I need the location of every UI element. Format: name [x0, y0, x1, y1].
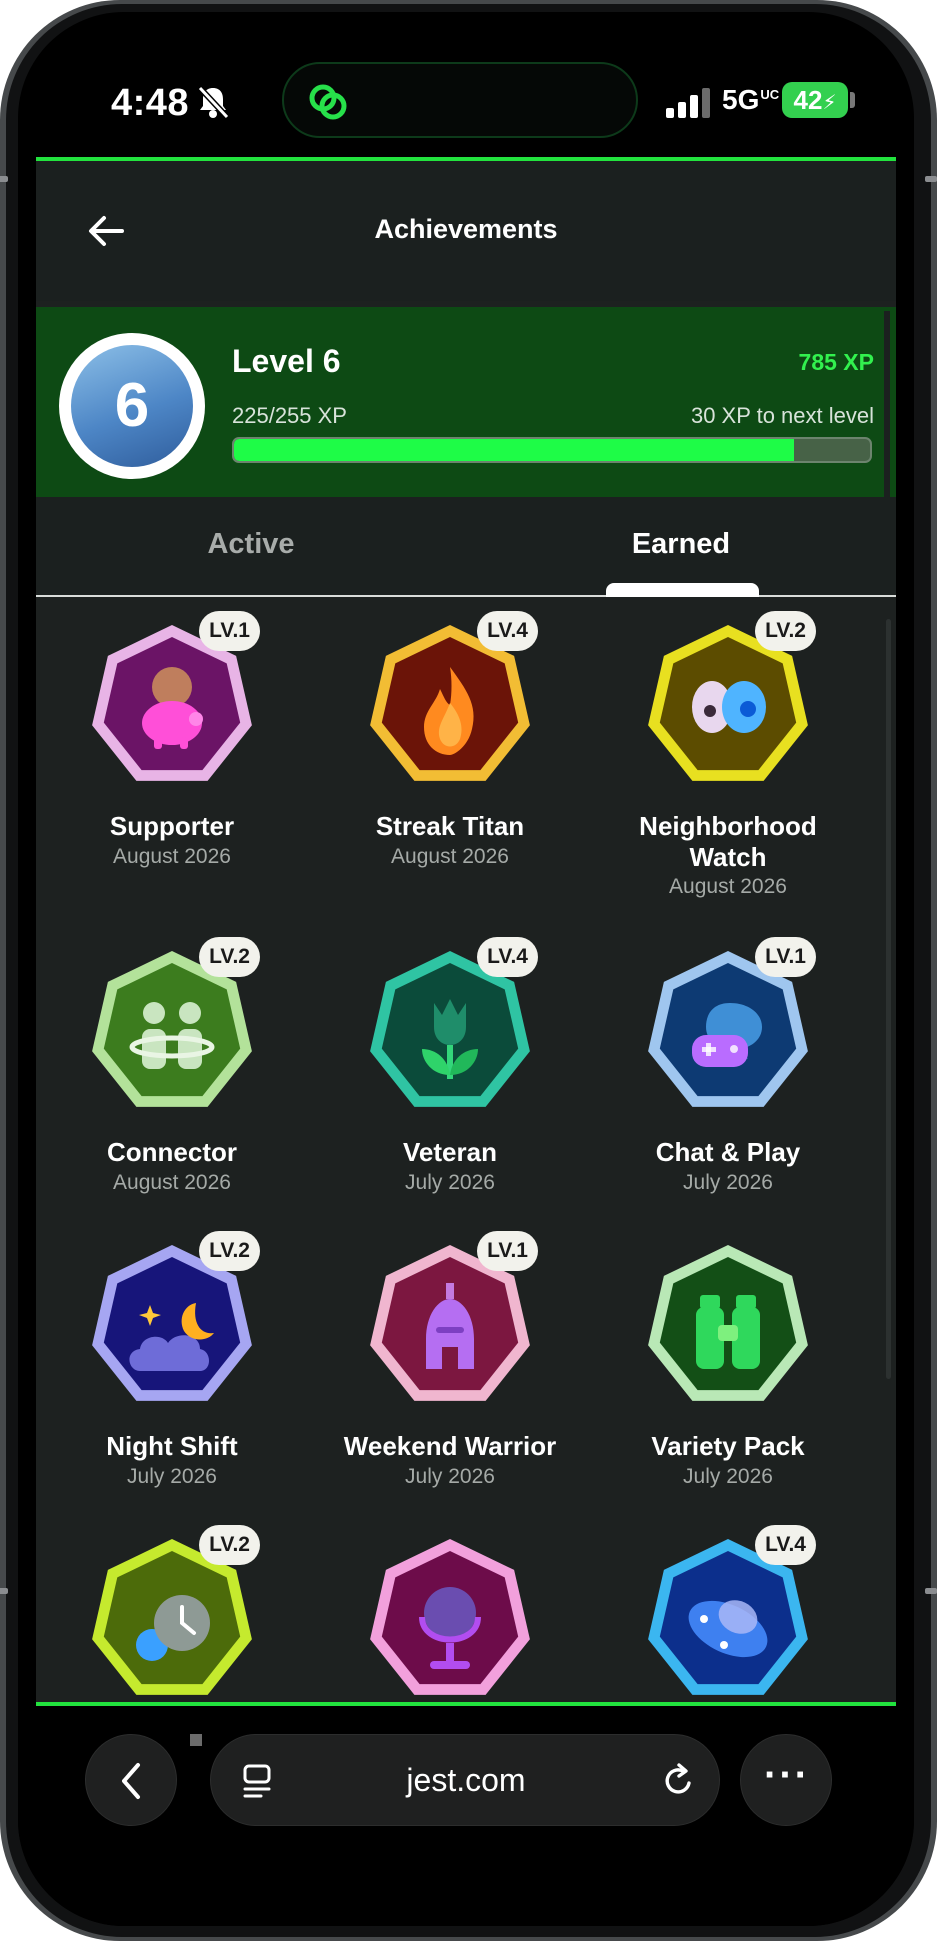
level-tag: LV.2: [199, 937, 260, 977]
level-tag: LV.2: [755, 611, 816, 651]
badge-card[interactable]: LV.2 Connector August 2026: [36, 937, 296, 1269]
xp-progress-bar: [232, 437, 872, 463]
badge-name: Veteran: [403, 1137, 497, 1167]
browser-toolbar: jest.com ···: [18, 1712, 914, 1926]
status-bar: 4:48 5GUC 42⚡: [18, 12, 914, 157]
badge-name: Weekend Warrior: [343, 1431, 557, 1461]
badge-name: Variety Pack: [651, 1431, 805, 1461]
more-options-button[interactable]: ···: [740, 1734, 832, 1826]
tab-earned[interactable]: Earned: [466, 497, 896, 595]
binoculars-icon: [648, 1245, 808, 1401]
side-button: [0, 176, 8, 182]
badge-card[interactable]: [314, 1537, 574, 1702]
level-tag: LV.2: [199, 1525, 260, 1565]
level-tag: LV.4: [755, 1525, 816, 1565]
badge-card[interactable]: LV.4 Streak Titan August 2026: [314, 611, 574, 943]
badge-date: August 2026: [669, 875, 787, 898]
page-title: Achievements: [374, 214, 558, 244]
network-sup: UC: [760, 86, 780, 102]
silent-bell-icon: [197, 85, 230, 120]
scrollbar[interactable]: [886, 619, 891, 1379]
level-number: 6: [71, 345, 193, 467]
level-tag: LV.4: [477, 611, 538, 651]
tab-indicator: [606, 583, 759, 597]
chevron-left-icon: [122, 1763, 140, 1799]
xp-progress-text: 225/255 XP: [232, 403, 347, 428]
network-type: 5GUC: [722, 84, 780, 115]
badge-card[interactable]: LV.1 Weekend Warrior July 2026: [314, 1231, 574, 1563]
badge-date: July 2026: [127, 1465, 217, 1488]
badge-name: Supporter: [109, 811, 235, 841]
level-title: Level 6: [232, 343, 341, 379]
badge-date: July 2026: [683, 1465, 773, 1488]
badge-date: August 2026: [113, 1171, 231, 1194]
badge-card[interactable]: LV.2: [36, 1525, 296, 1702]
url-bar[interactable]: jest.com: [210, 1734, 720, 1826]
badge-card[interactable]: Variety Pack July 2026: [592, 1243, 852, 1563]
badge-date: August 2026: [391, 845, 509, 868]
link-app-icon: [309, 84, 347, 120]
more-dots-icon: ···: [764, 1753, 810, 1797]
badge-grid: LV.1 Supporter August 2026 LV.4 Streak Titan…: [36, 599, 896, 1702]
level-tag: LV.1: [755, 937, 816, 977]
battery-tip: [850, 92, 855, 108]
side-button: [925, 1588, 937, 1594]
battery-icon: 42⚡: [782, 82, 848, 118]
level-card: 6 Level 6 785 XP 225/255 XP 30 XP to nex…: [36, 307, 896, 497]
signal-icon: [666, 88, 710, 118]
badge-name: Neighborhood Watch: [639, 811, 817, 872]
xp-to-next-level: 30 XP to next level: [690, 403, 874, 428]
level-tag: LV.1: [477, 1231, 538, 1271]
browser-back-button[interactable]: [85, 1734, 177, 1826]
phone-screen: 4:48 5GUC 42⚡ Achievements 6 Level 6 785…: [18, 12, 914, 1926]
badge-date: August 2026: [113, 845, 231, 868]
badge-card[interactable]: LV.2 Night Shift July 2026: [36, 1231, 296, 1563]
battery-level: 42: [793, 85, 823, 115]
badge-card[interactable]: LV.2 Neighborhood Watch August 2026: [592, 611, 852, 943]
badge-date: July 2026: [683, 1171, 773, 1194]
badge-card[interactable]: LV.1 Chat & Play July 2026: [592, 937, 852, 1269]
badge-name: Connector: [107, 1137, 237, 1167]
level-badge: 6: [59, 333, 205, 479]
badge-name: Chat & Play: [655, 1137, 801, 1167]
header: Achievements: [36, 161, 896, 301]
level-tag: LV.4: [477, 937, 538, 977]
dynamic-island: [282, 62, 638, 138]
badge-name: Streak Titan: [375, 811, 525, 841]
url-text: jest.com: [406, 1762, 526, 1798]
badge-name: Night Shift: [106, 1431, 238, 1461]
tab-bar: Active Earned: [36, 497, 896, 597]
badge-card[interactable]: LV.4 Veteran July 2026: [314, 937, 574, 1269]
microphone-icon: [370, 1539, 530, 1695]
badge-date: July 2026: [405, 1465, 495, 1488]
side-button: [925, 176, 937, 182]
badge-date: July 2026: [405, 1171, 495, 1194]
xp-progress-fill: [234, 439, 794, 461]
badge-card[interactable]: LV.1 Supporter August 2026: [36, 611, 296, 943]
total-xp: 785 XP: [798, 349, 874, 375]
level-tag: LV.2: [199, 1231, 260, 1271]
card-edge: [884, 311, 890, 497]
tab-active[interactable]: Active: [36, 497, 466, 595]
reload-icon[interactable]: [659, 1761, 699, 1801]
level-tag: LV.1: [199, 611, 260, 651]
badge-card[interactable]: LV.4: [592, 1525, 852, 1702]
app-content: Achievements 6 Level 6 785 XP 225/255 XP…: [36, 157, 896, 1706]
side-button: [0, 1588, 8, 1594]
indicator-square: [190, 1734, 202, 1746]
status-time: 4:48: [111, 82, 190, 124]
